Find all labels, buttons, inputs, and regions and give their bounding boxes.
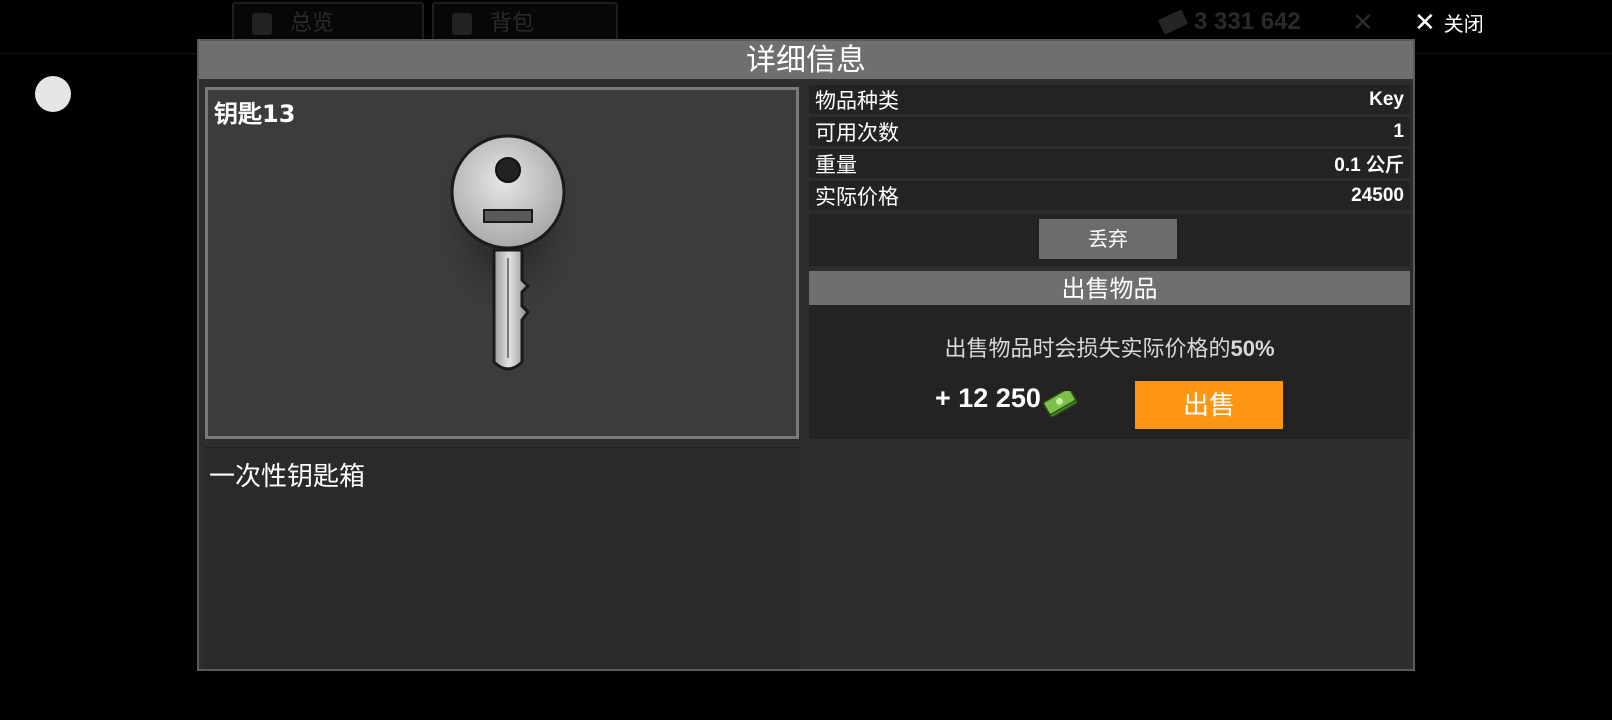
item-stats: 物品种类 Key 可用次数 1 重量 0.1 公斤 实际价格 24500: [809, 85, 1410, 213]
sell-button[interactable]: 出售: [1135, 381, 1283, 429]
stat-value: 0.1 公斤: [1334, 155, 1404, 176]
background-money: 3 331 642: [1157, 8, 1301, 36]
sell-section: 出售物品时会损失实际价格的50% + 12 250 出售: [809, 305, 1410, 439]
sell-section-title: 出售物品: [809, 271, 1410, 305]
discard-button[interactable]: 丢弃: [1039, 219, 1177, 259]
sell-note-text: 出售物品时会损失实际价格的: [944, 337, 1231, 362]
backpack-icon: [452, 13, 472, 35]
item-preview-panel: 钥匙13: [205, 87, 799, 439]
person-icon: [252, 13, 272, 35]
close-icon: ✕: [1414, 7, 1436, 38]
key-icon: [428, 130, 588, 371]
cash-icon: [1043, 391, 1078, 417]
stat-label: 实际价格: [815, 184, 899, 209]
close-label: 关闭: [1443, 12, 1484, 36]
stat-value: Key: [1369, 88, 1404, 110]
stat-label: 可用次数: [815, 120, 899, 145]
stat-row-price: 实际价格 24500: [809, 181, 1410, 210]
background-tab-label: 背包: [490, 11, 535, 36]
item-description: 一次性钥匙箱: [209, 462, 366, 492]
stat-row-uses: 可用次数 1: [809, 117, 1410, 146]
background-money-value: 3 331 642: [1194, 8, 1301, 35]
discard-area: 丢弃: [809, 214, 1410, 266]
background-tab-label: 总览: [290, 11, 335, 36]
stat-row-type: 物品种类 Key: [809, 85, 1410, 114]
stat-label: 物品种类: [815, 88, 899, 113]
dialog-title: 详细信息: [199, 41, 1413, 79]
item-details-dialog: 详细信息 钥匙13 一次性钥匙箱 物品种类 Key 可用次数 1 重量 0.1 …: [197, 39, 1415, 671]
sell-note-percent: 50%: [1230, 336, 1275, 361]
item-name: 钥匙13: [214, 100, 296, 128]
stat-value: 24500: [1351, 184, 1404, 206]
stat-label: 重量: [815, 152, 857, 177]
background-close-icon: ✕: [1352, 8, 1374, 38]
close-button[interactable]: ✕ 关闭: [1414, 8, 1484, 37]
cash-icon: [1157, 9, 1189, 35]
floating-dot[interactable]: [35, 76, 71, 112]
stat-value: 1: [1393, 120, 1404, 142]
sell-amount: + 12 250: [935, 383, 1041, 413]
sell-note: 出售物品时会损失实际价格的50%: [809, 331, 1410, 363]
stat-row-weight: 重量 0.1 公斤: [809, 149, 1410, 178]
item-description-panel: 一次性钥匙箱: [205, 447, 799, 669]
